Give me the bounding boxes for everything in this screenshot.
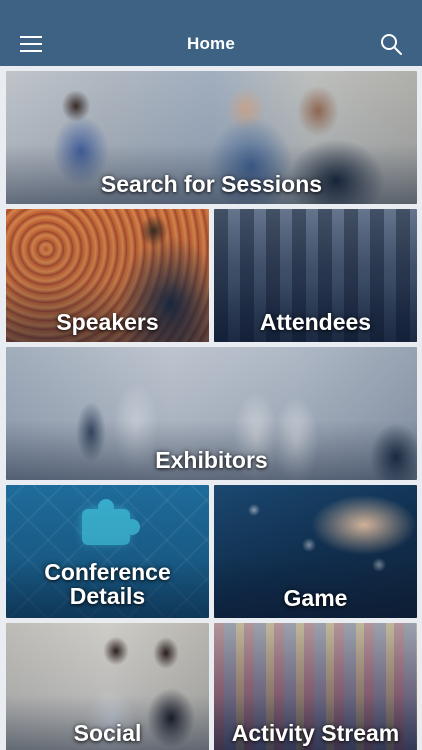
tile-label: Search for Sessions <box>100 171 323 197</box>
search-button[interactable] <box>374 30 408 58</box>
menu-button[interactable] <box>14 30 48 58</box>
tile-exhibitors[interactable]: Exhibitors <box>6 347 417 480</box>
tile-label: Attendees <box>259 309 372 335</box>
status-bar-area <box>0 0 422 22</box>
search-icon <box>381 34 402 55</box>
tile-search-for-sessions[interactable]: Search for Sessions <box>6 71 417 204</box>
tile-speakers[interactable]: Speakers <box>6 209 209 342</box>
tile-conference-details[interactable]: Conference Details <box>6 485 209 618</box>
tile-label: Conference Details <box>44 559 171 609</box>
tile-attendees[interactable]: Attendees <box>214 209 417 342</box>
home-tile-grid: Search for Sessions Speakers Attendees E… <box>0 66 422 750</box>
tile-label: Activity Stream <box>231 720 400 746</box>
page-title: Home <box>186 34 236 53</box>
tile-label: Social <box>73 720 142 746</box>
tile-label: Game <box>283 585 348 611</box>
tile-label: Speakers <box>56 309 159 335</box>
nav-bar: Home <box>0 22 422 66</box>
hamburger-menu-icon <box>20 36 42 52</box>
tile-label: Exhibitors <box>155 447 268 473</box>
tile-activity-stream[interactable]: Activity Stream <box>214 623 417 750</box>
tile-social[interactable]: Social <box>6 623 209 750</box>
tile-game[interactable]: Game <box>214 485 417 618</box>
